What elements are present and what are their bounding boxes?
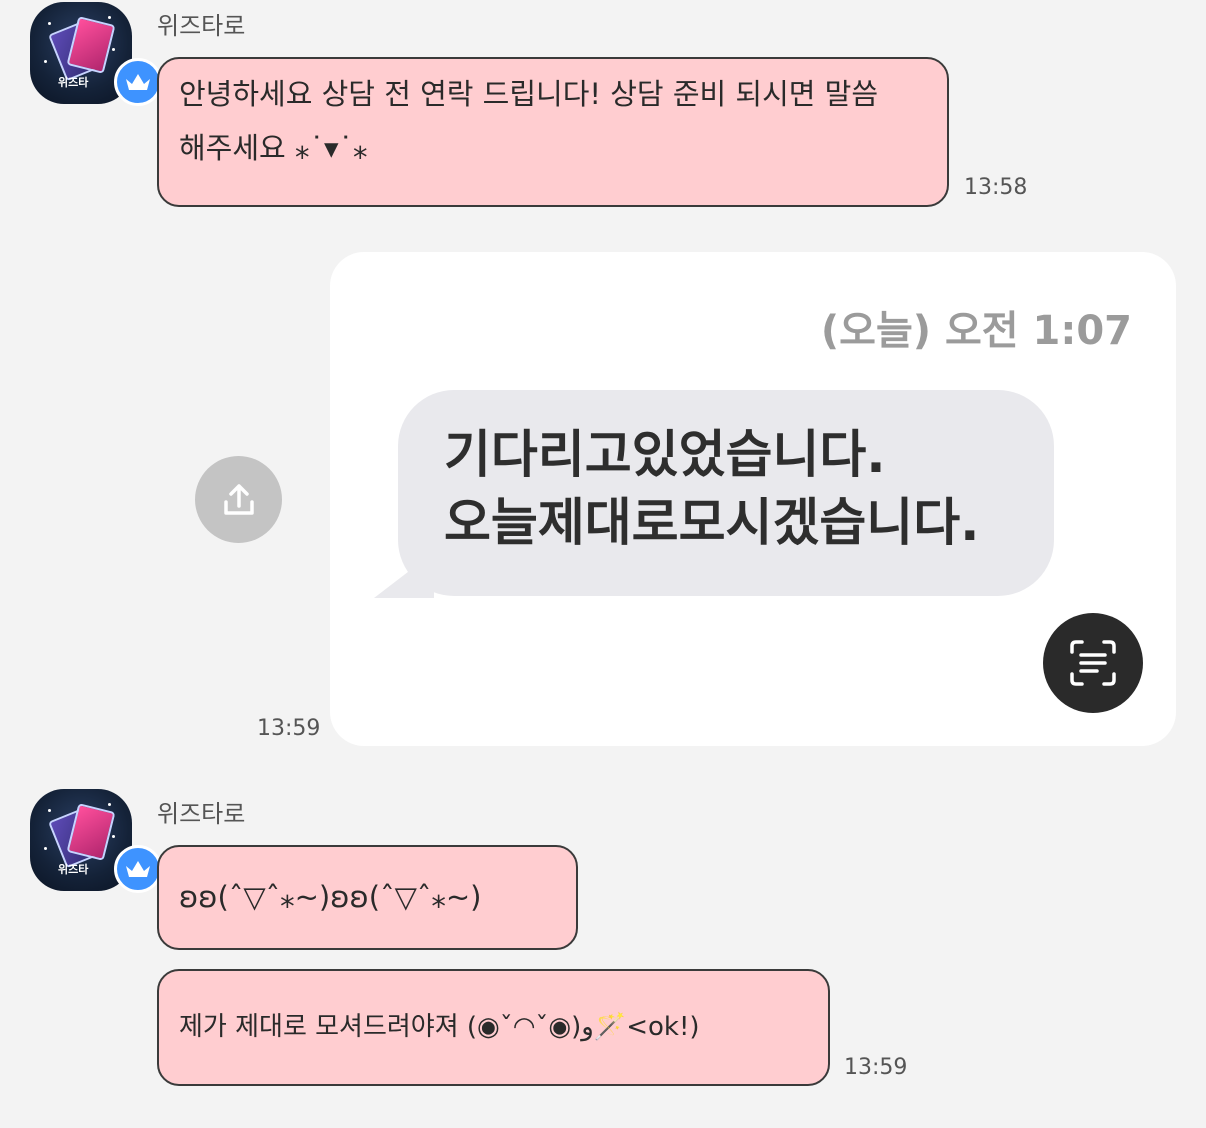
sender-avatar[interactable]: 위즈타: [30, 789, 162, 893]
message-bubble[interactable]: 제가 제대로 모셔드려야져 (◉ˇ◠ˇ◉)و🪄<ok!): [157, 969, 830, 1086]
message-bubble[interactable]: ʚʚ(ˆ▽ˆ⁎~)ʚʚ(ˆ▽ˆ⁎~): [157, 845, 578, 950]
sender-name: 위즈타로: [157, 800, 246, 828]
sender-name: 위즈타로: [157, 12, 246, 40]
sender-avatar[interactable]: 위즈타: [30, 2, 162, 106]
crown-icon: [114, 58, 162, 106]
message-bubble[interactable]: 안녕하세요 상담 전 연락 드립니다! 상담 준비 되시면 말씀 해주세요 ⁎˙…: [157, 57, 949, 207]
image-text: 기다리고있었습니다. 오늘제대로모시겠습니다.: [444, 426, 980, 553]
message-time: 13:58: [964, 175, 1028, 200]
text-scan-icon: [1070, 640, 1116, 686]
crown-icon: [114, 845, 162, 893]
message-time: 13:59: [257, 716, 321, 741]
avatar-label: 위즈타: [58, 863, 89, 876]
share-button[interactable]: [195, 456, 282, 543]
image-timestamp: (오늘) 오전 1:07: [820, 308, 1132, 354]
message-time: 13:59: [844, 1055, 908, 1080]
avatar-label: 위즈타: [58, 76, 89, 89]
image-message[interactable]: (오늘) 오전 1:07 기다리고있었습니다. 오늘제대로모시겠습니다.: [330, 252, 1176, 746]
share-icon: [223, 483, 254, 515]
text-scan-button[interactable]: [1043, 613, 1143, 713]
